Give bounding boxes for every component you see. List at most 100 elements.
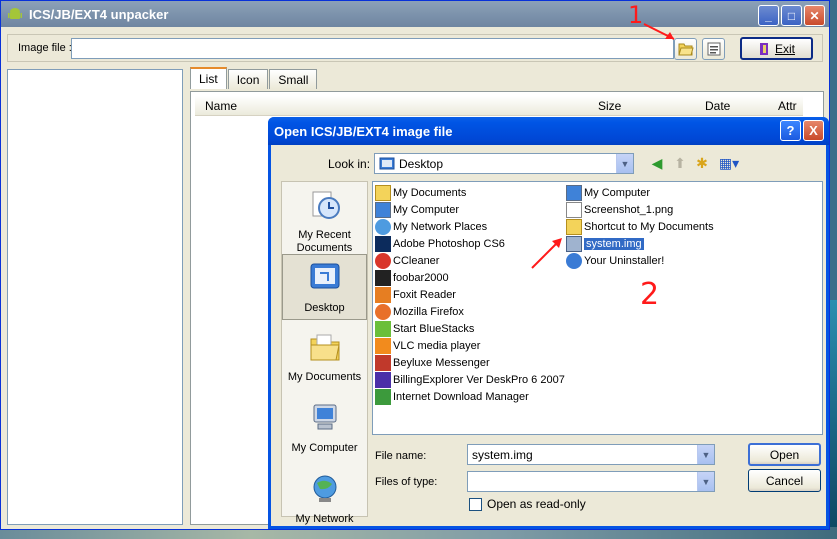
place-label-my-computer: My Computer [291,442,358,454]
image-file-icon [566,202,582,218]
tab-small[interactable]: Small [269,69,318,89]
column-attr[interactable]: Attr [778,99,797,113]
chevron-down-icon: ▼ [697,472,714,491]
place-my-network[interactable]: My Network [282,472,367,526]
uninstaller-icon [566,253,582,269]
disk-image-icon [566,236,582,252]
chevron-down-icon: ▼ [616,154,633,173]
list-item[interactable]: Your Uninstaller! [566,253,664,269]
file-name-label: File name: [375,450,427,462]
shortcut-folder-icon [566,219,582,235]
list-item[interactable]: My Computer [375,202,459,218]
desktop-icon [379,157,395,170]
open-file-dialog: Open ICS/JB/EXT4 image file ? X Look in:… [268,117,829,529]
tree-pane[interactable] [7,69,183,525]
column-name[interactable]: Name [205,99,237,113]
annotation-arrow-two [531,238,562,269]
extract-button[interactable] [702,38,725,60]
new-folder-icon[interactable]: ✱ [692,153,712,173]
list-item[interactable]: BillingExplorer Ver DeskPro 6 2007 [375,372,565,388]
download-manager-icon [375,389,391,405]
column-size[interactable]: Size [598,99,621,113]
minimize-button[interactable]: _ [758,5,779,26]
exit-button[interactable]: Exit [740,37,813,60]
open-button[interactable]: Open [748,443,821,466]
tab-icon[interactable]: Icon [227,69,269,89]
folder-icon [375,185,391,201]
dialog-help-button[interactable]: ? [780,120,801,141]
computer-icon [375,202,391,218]
app-title: ICS/JB/EXT4 unpacker [29,6,169,22]
vlc-icon [375,338,391,354]
list-item[interactable]: foobar2000 [375,270,449,286]
places-bar: My Recent Documents Desktop My Documents [281,181,368,525]
look-in-value: Desktop [399,157,444,171]
readonly-checkbox[interactable]: Open as read-only [469,497,586,511]
list-icon [707,42,720,56]
list-item[interactable]: Mozilla Firefox [375,304,464,320]
list-item[interactable]: Shortcut to My Documents [566,219,714,235]
exit-label: Exit [774,41,795,56]
image-file-label: Image file : [18,42,72,54]
view-menu-icon[interactable]: ▦▾ [716,153,742,173]
dialog-close-button[interactable]: X [803,120,824,141]
place-label-desktop: Desktop [304,302,345,314]
maximize-button[interactable]: □ [781,5,802,26]
place-desktop[interactable]: Desktop [282,254,367,320]
look-in-select[interactable]: Desktop ▼ [374,153,634,174]
list-item[interactable]: Adobe Photoshop CS6 [375,236,505,252]
readonly-label: Open as read-only [487,497,586,511]
place-label-recent: My Recent Documents [296,229,353,254]
file-type-select[interactable]: ▼ [467,471,715,492]
file-type-label: Files of type: [375,476,438,488]
dialog-title: Open ICS/JB/EXT4 image file [274,123,453,139]
list-item[interactable]: Start BlueStacks [375,321,474,337]
list-item[interactable]: Foxit Reader [375,287,456,303]
foxit-icon [375,287,391,303]
image-file-input[interactable] [71,38,674,59]
cancel-button[interactable]: Cancel [748,469,821,492]
file-name-value: system.img [472,448,533,462]
computer-icon [566,185,582,201]
ccleaner-icon [375,253,391,269]
list-item[interactable]: My Computer [566,185,650,201]
desktop-icon [310,263,339,289]
place-recent-documents[interactable]: My Recent Documents [282,188,367,255]
place-label-my-network: My Network [295,513,354,525]
beyluxe-icon [375,355,391,371]
billing-icon [375,372,391,388]
file-name-input[interactable]: system.img ▼ [467,444,715,465]
list-item-selected[interactable]: system.img [566,236,644,252]
list-item[interactable]: Internet Download Manager [375,389,529,405]
exit-door-icon [759,42,768,55]
foobar-icon [375,270,391,286]
place-my-documents[interactable]: My Documents [282,330,367,384]
chevron-down-icon: ▼ [697,445,714,464]
up-folder-icon[interactable]: ⬆ [670,153,690,173]
bluestacks-icon [375,321,391,337]
back-icon[interactable]: ◀ [647,153,667,173]
folder-open-icon [677,43,694,56]
column-date[interactable]: Date [705,99,730,113]
list-item[interactable]: CCleaner [375,253,439,269]
list-header: Name Size Date Attr [195,96,803,116]
list-item[interactable]: Screenshot_1.png [566,202,673,218]
annotation-arrow-one [643,23,675,40]
image-file-bar: Image file : Exit [7,34,823,62]
folder-icon [310,334,340,361]
tab-list[interactable]: List [190,67,227,89]
clock-icon [312,191,340,219]
list-item[interactable]: My Documents [375,185,466,201]
list-item[interactable]: VLC media player [375,338,480,354]
file-list[interactable]: My Documents My Computer My Network Plac… [372,181,823,435]
app-titlebar: ICS/JB/EXT4 unpacker _ □ ✕ [1,1,829,27]
look-in-label: Look in: [328,157,371,171]
list-item[interactable]: Beyluxe Messenger [375,355,490,371]
list-item[interactable]: My Network Places [375,219,487,235]
checkbox-box[interactable] [469,497,482,511]
annotation-two: 2 [640,277,660,312]
place-my-computer[interactable]: My Computer [282,401,367,455]
android-icon [8,8,22,19]
network-icon [375,219,391,235]
close-button[interactable]: ✕ [804,5,825,26]
